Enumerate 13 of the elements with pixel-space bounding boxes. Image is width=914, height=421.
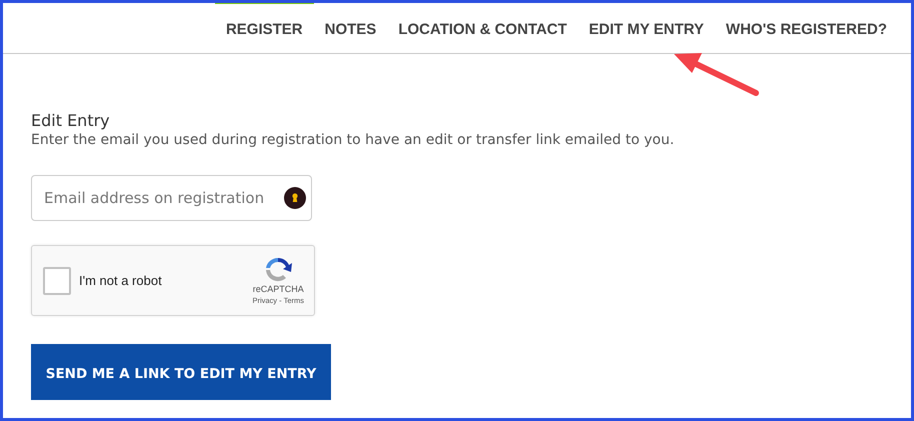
- captcha-checkbox[interactable]: [43, 266, 71, 295]
- form-title: Edit Entry: [31, 111, 111, 130]
- nav-tab[interactable]: NOTES: [314, 3, 388, 51]
- form-description: Enter the email you used during registration to have an edit or transfer link emailed to you.: [31, 131, 676, 150]
- nav-tab[interactable]: WHO'S REGISTERED?: [714, 3, 898, 51]
- nav-tab[interactable]: EDIT MY ENTRY: [578, 3, 715, 51]
- send-link-button[interactable]: SEND ME A LINK TO EDIT MY ENTRY: [31, 344, 331, 400]
- captcha-label: I'm not a robot: [79, 272, 163, 290]
- recaptcha-brand: reCAPTCHA: [252, 285, 304, 295]
- nav-tab[interactable]: LOCATION & CONTACT: [387, 3, 578, 51]
- email-field[interactable]: Email address on registration: [31, 175, 312, 222]
- keyhole-icon[interactable]: [284, 187, 306, 210]
- nav-tab[interactable]: REGISTER: [214, 3, 314, 51]
